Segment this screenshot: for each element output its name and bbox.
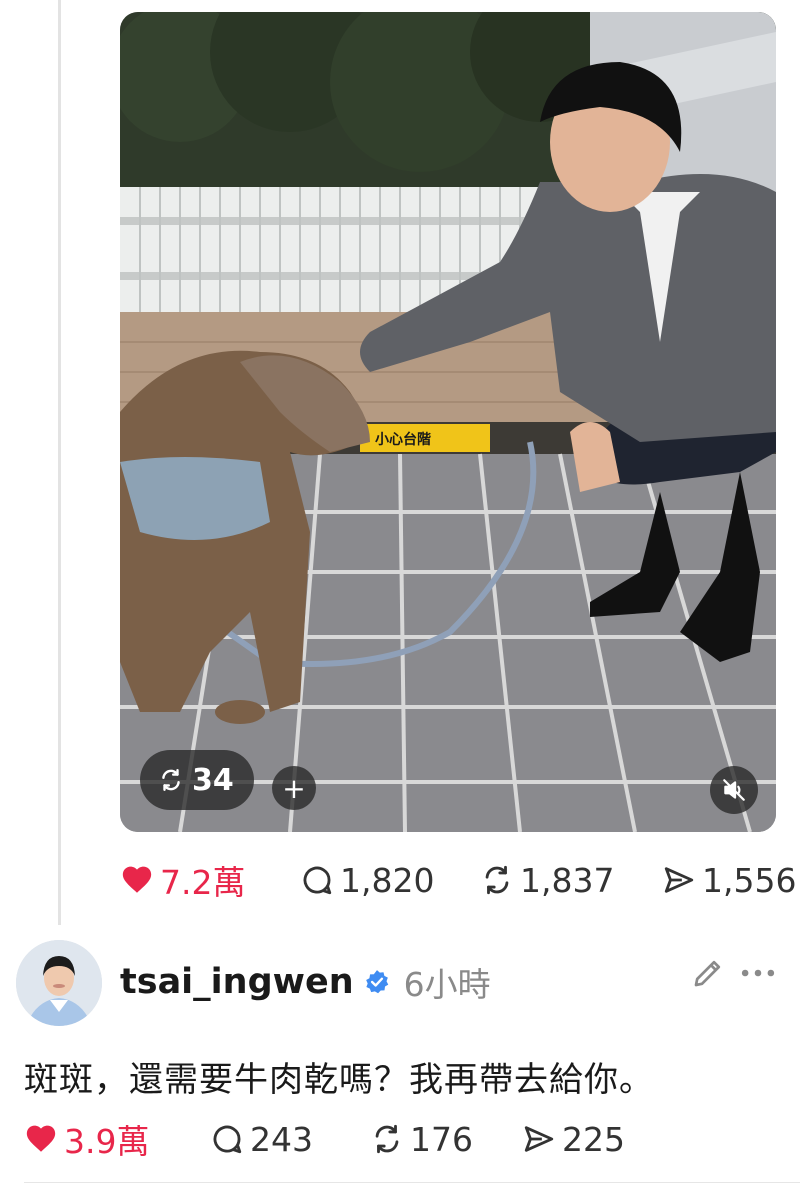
reply-count: 1,820 <box>340 860 435 900</box>
heart-filled-icon <box>26 1125 56 1152</box>
media-repost-chip[interactable]: 34 <box>140 750 254 810</box>
repost-icon <box>375 1124 399 1154</box>
more-options-icon[interactable] <box>738 955 778 991</box>
post-photo: 小心台階 <box>120 12 776 832</box>
reply-action-bar: 3.9萬 243 176 225 <box>24 1114 724 1164</box>
reply-share-button[interactable]: 225 <box>522 1120 625 1159</box>
reply-body-text: 斑斑，還需要牛肉乾嗎？我再帶去給你。 <box>24 1060 654 1100</box>
send-icon <box>524 1126 554 1152</box>
post-time: 6小時 <box>403 965 491 1004</box>
reply-reply-button[interactable]: 243 <box>210 1120 313 1159</box>
reply-share-count: 225 <box>562 1119 625 1159</box>
plus-icon: + <box>282 771 306 805</box>
comment-bubble-icon <box>303 866 332 895</box>
thread-connector-line <box>58 0 61 925</box>
reply-button[interactable]: 1,820 <box>300 861 434 900</box>
send-icon <box>664 867 694 893</box>
avatar-image <box>16 940 102 1026</box>
like-button[interactable]: 7.2萬 <box>120 856 245 904</box>
pencil-edit-icon[interactable] <box>690 955 726 991</box>
repost-count: 1,837 <box>520 860 615 900</box>
mute-toggle-button[interactable] <box>710 766 758 814</box>
share-count: 1,556 <box>702 860 797 900</box>
speaker-muted-icon <box>723 779 745 801</box>
comment-bubble-icon <box>213 1125 242 1154</box>
reply-repost-button[interactable]: 176 <box>370 1120 473 1159</box>
share-button[interactable]: 1,556 <box>662 861 796 900</box>
reply-reply-count: 243 <box>250 1119 313 1159</box>
avatar[interactable] <box>16 940 102 1026</box>
reply-like-button[interactable]: 3.9萬 <box>24 1115 149 1163</box>
reply-header: tsai_ingwen 6小時 <box>120 958 491 1006</box>
reply-repost-count: 176 <box>410 1119 473 1159</box>
reply-like-count: 3.9萬 <box>64 1122 150 1161</box>
add-button[interactable]: + <box>272 766 316 810</box>
username-link[interactable]: tsai_ingwen <box>120 962 354 1002</box>
media-repost-count: 34 <box>192 762 234 798</box>
repost-button[interactable]: 1,837 <box>480 861 614 900</box>
repost-icon <box>485 865 509 895</box>
divider <box>24 1182 800 1183</box>
repost-icon <box>162 769 180 791</box>
verified-badge-icon <box>365 970 388 994</box>
post-media-video[interactable]: 小心台階 34 + <box>120 12 776 832</box>
post-action-bar: 7.2萬 1,820 1,837 1,556 <box>120 855 800 905</box>
like-count: 7.2萬 <box>160 863 246 902</box>
svg-text:小心台階: 小心台階 <box>375 431 431 448</box>
heart-filled-icon <box>122 866 152 893</box>
